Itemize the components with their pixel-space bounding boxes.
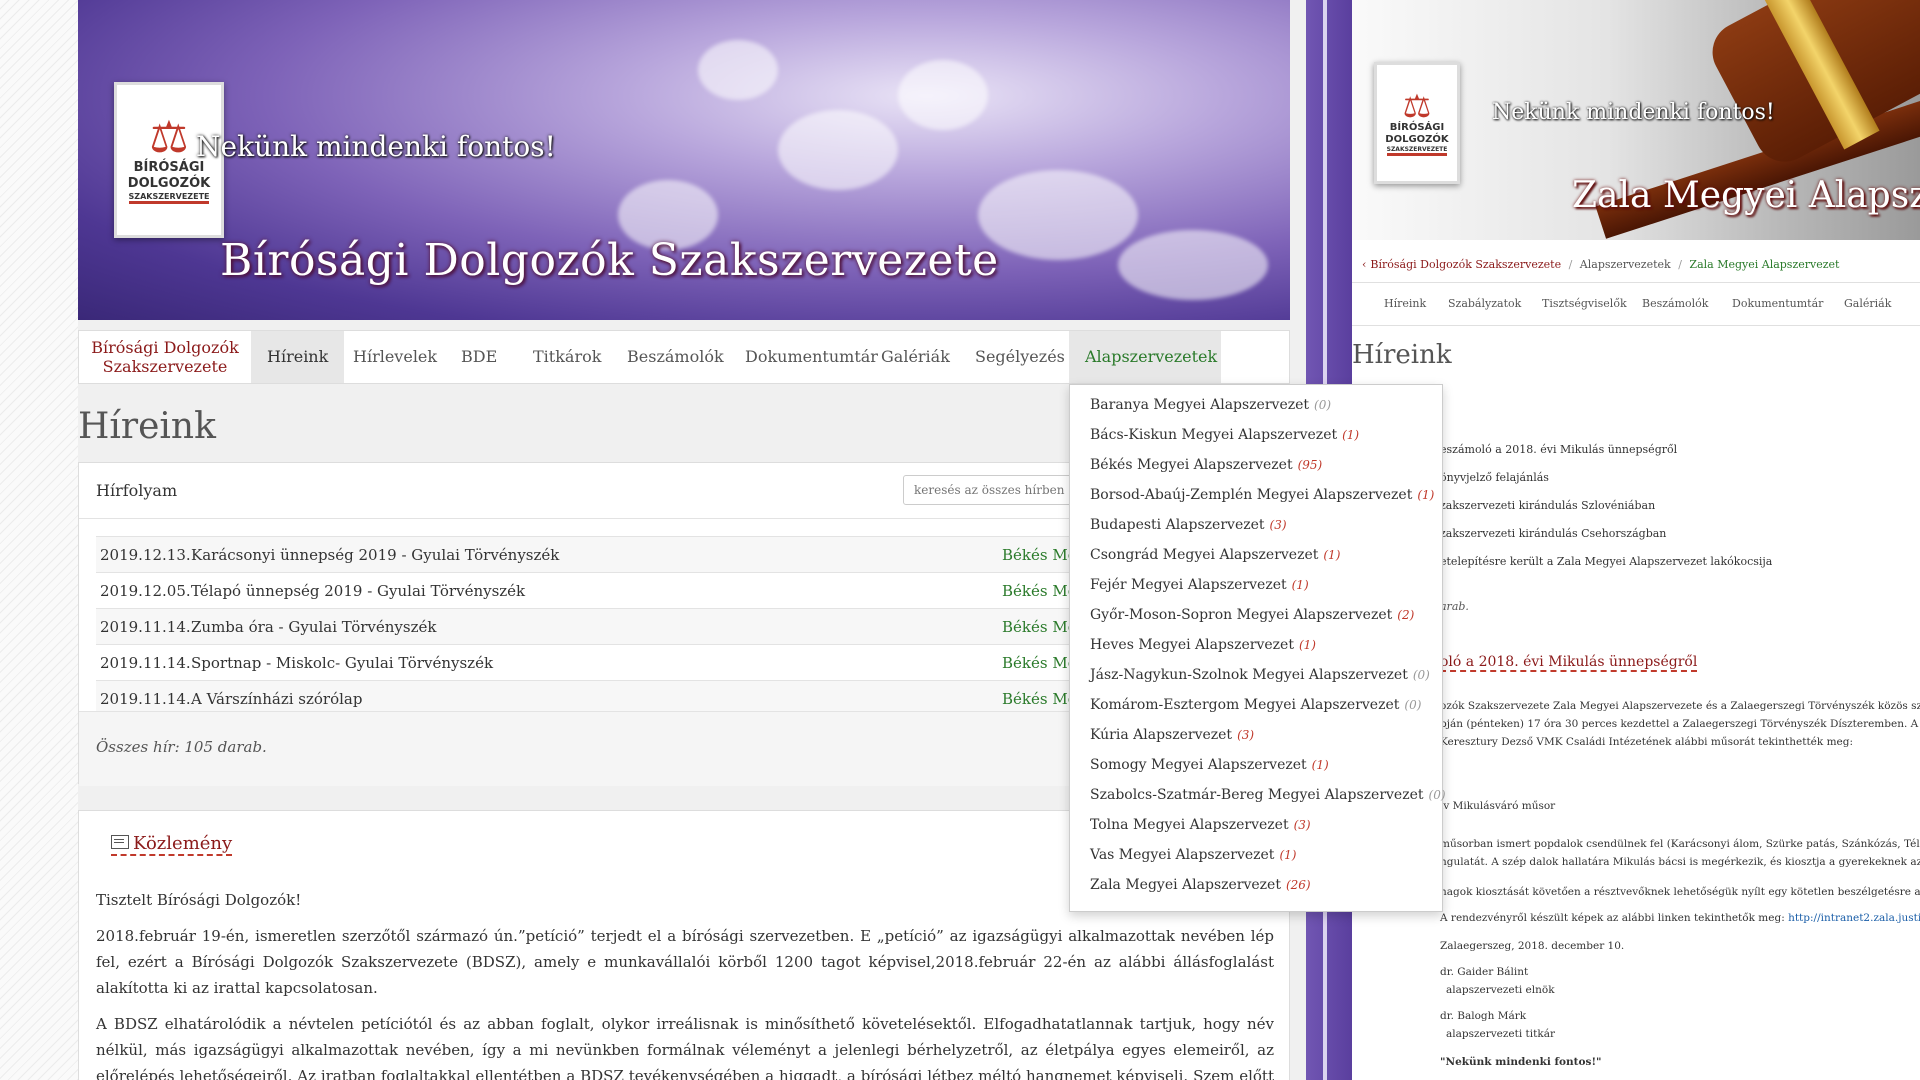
post-line: iv Mikulásváró műsor	[1440, 800, 1556, 812]
nav-item-hirlevelek[interactable]: Hírlevelek	[337, 331, 453, 383]
logo-line-1: BÍRÓSÁGI	[1389, 122, 1445, 133]
news-title-link[interactable]: Sportnap - Miskolc- Gyulai Törvényszék	[191, 645, 493, 681]
post-line: ngulatát. A szép dalok hallatára Mikulás…	[1440, 856, 1920, 868]
subnav-item-tisztsegviselok[interactable]: Tisztségviselők	[1542, 297, 1627, 310]
navbar-brand[interactable]: Bírósági Dolgozók Szakszervezete	[79, 331, 251, 383]
subnav-item-dokumentumtar[interactable]: Dokumentumtár	[1732, 297, 1823, 310]
post-line: alapszervezeti elnök	[1446, 984, 1555, 996]
news-title-link[interactable]: Zumba óra - Gyulai Törvényszék	[191, 609, 436, 645]
scales-icon: ⚖	[149, 112, 189, 164]
page-title: Híreink	[78, 406, 216, 447]
dropdown-item-baranya[interactable]: Baranya Megyei Alapszervezet (0)	[1090, 397, 1331, 413]
news-list-item[interactable]: etelepítésre került a Zala Megyei Alapsz…	[1440, 555, 1772, 568]
post-line: dr. Balogh Márk	[1440, 1010, 1527, 1022]
nav-item-galeriak[interactable]: Galériák	[865, 331, 966, 383]
subnav-item-hireink[interactable]: Híreink	[1384, 297, 1426, 310]
nav-item-bde[interactable]: BDE	[445, 331, 513, 383]
post-line: alapszervezeti titkár	[1446, 1028, 1555, 1040]
post-title-link[interactable]: oló a 2018. évi Mikulás ünnepségről	[1440, 654, 1698, 672]
news-total-count: arab.	[1440, 600, 1469, 613]
post-line: Keresztury Dezső VMK Családi Intézetének…	[1440, 736, 1854, 748]
notice-body: Tisztelt Bírósági Dolgozók! 2018.február…	[96, 887, 1274, 1080]
banner-slogan: Nekünk mindenki fontos!	[196, 130, 556, 163]
nav-item-alapszervezetek[interactable]: Alapszervezetek	[1069, 331, 1221, 412]
nav-item-hireink[interactable]: Híreink	[251, 331, 345, 383]
news-date: 2019.12.13.	[100, 546, 191, 564]
main-navbar: Bírósági Dolgozók Szakszervezete Híreink…	[78, 330, 1290, 412]
news-list-item[interactable]: zakszervezeti kirándulás Szlovéniában	[1440, 499, 1655, 512]
post-line: "Nekünk mindenki fontos!"	[1440, 1056, 1602, 1068]
dropdown-item-komarom[interactable]: Komárom-Esztergom Megyei Alapszervezet (0…	[1090, 697, 1421, 713]
nav-item-segelyezes[interactable]: Segélyezés	[959, 331, 1081, 383]
post-line-text: A rendezvényről készült képek az alábbi …	[1440, 912, 1785, 924]
subnav-item-szabalyzatok[interactable]: Szabályzatok	[1448, 297, 1521, 310]
breadcrumb-link-home[interactable]: Bírósági Dolgozók Szakszervezete	[1370, 258, 1561, 271]
logo-subtitle: SZAKSZERVEZETE	[1386, 146, 1448, 156]
post-line: nagok kiosztását követően a résztvevőkne…	[1440, 886, 1920, 898]
dropdown-item-borsod[interactable]: Borsod-Abaúj-Zemplén Megyei Alapszerveze…	[1090, 487, 1434, 503]
dropdown-item-bacs-kiskun[interactable]: Bács-Kiskun Megyei Alapszervezet (1)	[1090, 427, 1359, 443]
dropdown-item-bekes[interactable]: Békés Megyei Alapszervezet (95)	[1090, 457, 1322, 473]
news-list-item[interactable]: önyvjelző felajánlás	[1440, 471, 1549, 484]
breadcrumb-current: Zala Megyei Alapszervezet	[1689, 258, 1840, 271]
gallery-link[interactable]: http://intranet2.zala.justice.hu/gallery…	[1788, 912, 1920, 924]
news-feed-title: Hírfolyam	[96, 481, 178, 500]
logo-line-2: DOLGOZÓK	[1385, 134, 1449, 145]
news-date: 2019.11.14.	[100, 654, 191, 672]
dropdown-item-heves[interactable]: Heves Megyei Alapszervezet (1)	[1090, 637, 1316, 653]
news-search-input[interactable]	[903, 475, 1083, 505]
logo-subtitle: SZAKSZERVEZETE	[128, 192, 210, 204]
notice-paragraph: A BDSZ elhatárolódik a névtelen petíciót…	[96, 1015, 1274, 1080]
banner-title: Zala Megyei Alapszervezet	[1572, 175, 1920, 216]
newspaper-icon	[111, 835, 129, 849]
notice-heading-label: Közlemény	[133, 833, 233, 854]
site-logo[interactable]: ⚖ BÍRÓSÁGI DOLGOZÓK SZAKSZERVEZETE	[1374, 62, 1460, 184]
post-line: pján (pénteken) 17 óra 30 perces kezdett…	[1440, 718, 1919, 730]
news-list-item[interactable]: zakszervezeti kirándulás Csehországban	[1440, 527, 1666, 540]
dropdown-item-vas[interactable]: Vas Megyei Alapszervezet (1)	[1090, 847, 1296, 863]
nav-item-alapszervezetek-label: Alapszervezetek	[1085, 347, 1218, 366]
notice-paragraph: 2018.február 19-én, ismeretlen szerzőtől…	[96, 927, 1274, 997]
alapszervezetek-dropdown-menu: Baranya Megyei Alapszervezet (0) Bács-Kis…	[1069, 384, 1446, 912]
post-line: A rendezvényről készült képek az alábbi …	[1440, 912, 1920, 924]
dropdown-item-zala[interactable]: Zala Megyei Alapszervezet (26)	[1090, 877, 1311, 893]
page-title: Híreink	[1352, 340, 1452, 370]
dropdown-item-somogy[interactable]: Somogy Megyei Alapszervezet (1)	[1090, 757, 1329, 773]
scales-icon: ⚖	[1402, 87, 1432, 125]
subnav-item-galeriak[interactable]: Galériák	[1844, 297, 1891, 310]
dropdown-item-jasz[interactable]: Jász-Nagykun-Szolnok Megyei Alapszerveze…	[1090, 667, 1430, 683]
banner-title: Bírósági Dolgozók Szakszervezete	[220, 235, 999, 286]
news-date: 2019.11.14.	[100, 618, 191, 636]
post-line: ozók Szakszervezete Zala Megyei Alapszer…	[1440, 700, 1920, 712]
page-background-pattern	[0, 0, 78, 1080]
dropdown-item-tolna[interactable]: Tolna Megyei Alapszervezet (3)	[1090, 817, 1311, 833]
dropdown-item-szabolcs[interactable]: Szabolcs-Szatmár-Bereg Megyei Alapszerve…	[1090, 787, 1446, 803]
dropdown-item-gyor[interactable]: Győr-Moson-Sopron Megyei Alapszervezet (2…	[1090, 607, 1414, 623]
dropdown-item-csongrad[interactable]: Csongrád Megyei Alapszervezet (1)	[1090, 547, 1340, 563]
post-line: dr. Gaider Bálint	[1440, 966, 1529, 978]
chevron-left-icon: ‹	[1362, 258, 1367, 271]
notice-heading[interactable]: Közlemény	[111, 833, 233, 856]
banner-slogan: Nekünk mindenki fontos!	[1492, 100, 1775, 125]
post-line: Zalaegerszeg, 2018. december 10.	[1440, 940, 1625, 952]
breadcrumb-link-alapszervezetek[interactable]: Alapszervezetek	[1580, 258, 1671, 271]
logo-line-2: DOLGOZÓK	[127, 176, 211, 191]
news-total-count: Összes hír: 105 darab.	[96, 738, 267, 756]
dropdown-item-kuria[interactable]: Kúria Alapszervezet (3)	[1090, 727, 1254, 743]
nav-item-beszamolok[interactable]: Beszámolók	[611, 331, 740, 383]
news-title-link[interactable]: Télapó ünnepség 2019 - Gyulai Törvényszé…	[191, 573, 525, 609]
news-title-link[interactable]: Karácsonyi ünnepség 2019 - Gyulai Törvén…	[191, 537, 559, 573]
breadcrumb: ‹ Bírósági Dolgozók Szakszervezete / Alap…	[1362, 258, 1840, 271]
dropdown-item-budapest[interactable]: Budapesti Alapszervezet (3)	[1090, 517, 1287, 533]
nav-item-titkarok[interactable]: Titkárok	[517, 331, 617, 383]
subnav-item-beszamolok[interactable]: Beszámolók	[1642, 297, 1708, 310]
dropdown-item-fejer[interactable]: Fejér Megyei Alapszervezet (1)	[1090, 577, 1309, 593]
news-list-item[interactable]: eszámoló a 2018. évi Mikulás ünnepségről	[1440, 443, 1677, 456]
news-date: 2019.12.05.	[100, 582, 191, 600]
post-line: műsorban ismert popdalok csendülnek fel …	[1440, 838, 1920, 850]
zala-header-banner: ⚖ BÍRÓSÁGI DOLGOZÓK SZAKSZERVEZETE Nekün…	[1352, 0, 1920, 240]
sub-navbar: Híreink Szabályzatok Tisztségviselők Bes…	[1352, 282, 1920, 326]
